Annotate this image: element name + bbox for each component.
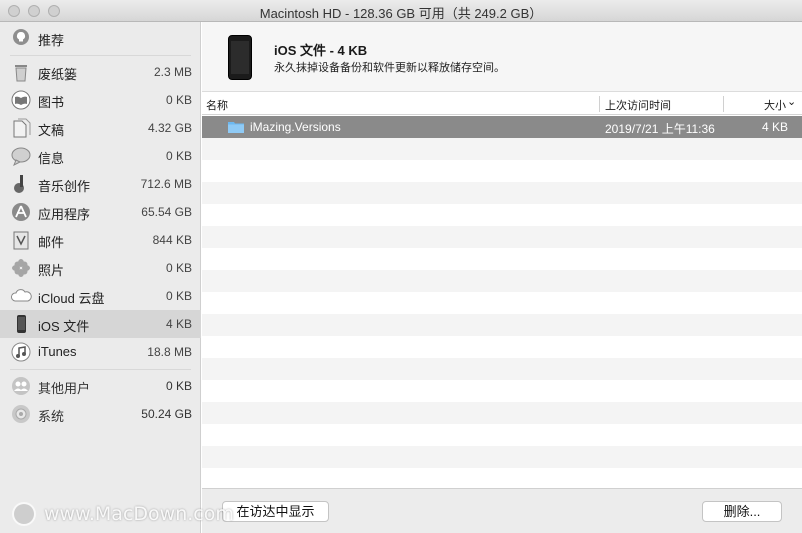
sidebar-divider (10, 55, 191, 56)
empty-row (202, 160, 802, 182)
sidebar-item-messages[interactable]: 信息 0 KB (0, 142, 201, 170)
sidebar-item-label: iCloud 云盘 (38, 291, 105, 306)
sort-chevron-down-icon[interactable]: ⌄ (787, 95, 796, 108)
sidebar-item-label: 推荐 (38, 33, 65, 48)
sidebar-item-label: 邮件 (38, 235, 65, 250)
sidebar-item-trash[interactable]: 废纸篓 2.3 MB (0, 58, 201, 86)
empty-row (202, 358, 802, 380)
sidebar-item-music-creation[interactable]: 音乐创作 712.6 MB (0, 170, 201, 198)
empty-row (202, 248, 802, 270)
lightbulb-icon (10, 28, 32, 48)
column-header-last-accessed[interactable]: 上次访问时间 (605, 97, 671, 113)
watermark-text: www.MacDown.com (44, 503, 234, 525)
empty-row (202, 402, 802, 424)
table-header: 名称 上次访问时间 大小 ⌄ (202, 93, 802, 115)
messages-icon (10, 146, 32, 167)
column-header-name[interactable]: 名称 (206, 97, 228, 113)
sidebar-item-size: 65.54 GB (141, 205, 192, 219)
file-size: 4 KB (761, 120, 788, 134)
sidebar-item-label: 文稿 (38, 123, 65, 138)
sidebar-item-label: 图书 (38, 95, 65, 110)
sidebar-item-recommendations[interactable]: 推荐 (0, 24, 201, 52)
empty-row (202, 336, 802, 358)
sidebar: 推荐 废纸篓 2.3 MB 图书 0 KB 文稿 4.32 GB 信息 0 KB (0, 22, 201, 533)
folder-icon (228, 121, 244, 133)
app-store-icon (10, 202, 32, 222)
footer-bar: 在访达中显示 删除... (202, 488, 802, 533)
music-note-icon (10, 342, 32, 362)
main-pane: iOS 文件 - 4 KB 永久抹掉设备备份和软件更新以释放储存空间。 名称 上… (202, 22, 802, 533)
window-title: Macintosh HD - 128.36 GB 可用（共 249.2 GB） (259, 6, 543, 21)
sidebar-item-label: 系统 (38, 409, 65, 424)
sidebar-item-label: 废纸篓 (38, 67, 78, 82)
sidebar-item-size: 18.8 MB (147, 345, 192, 359)
sidebar-item-size: 50.24 GB (141, 407, 192, 421)
empty-row (202, 446, 802, 468)
empty-row (202, 468, 802, 490)
empty-row (202, 424, 802, 446)
category-header: iOS 文件 - 4 KB 永久抹掉设备备份和软件更新以释放储存空间。 (202, 22, 802, 92)
empty-row (202, 314, 802, 336)
file-last-accessed: 2019/7/21 上午11:36 (605, 122, 715, 136)
empty-row (202, 270, 802, 292)
trash-icon (10, 62, 32, 82)
sidebar-item-size: 844 KB (152, 233, 192, 247)
sidebar-item-label: iOS 文件 (38, 319, 90, 334)
sidebar-divider (10, 369, 191, 370)
column-divider[interactable] (599, 96, 600, 112)
sidebar-item-label: 信息 (38, 151, 65, 166)
sidebar-item-ios-files[interactable]: iOS 文件 4 KB (0, 310, 201, 338)
empty-row (202, 292, 802, 314)
sidebar-item-size: 2.3 MB (153, 65, 192, 79)
users-icon (10, 376, 32, 396)
sidebar-item-size: 0 KB (165, 379, 192, 393)
sidebar-item-label: 应用程序 (38, 207, 91, 222)
table-row[interactable]: iMazing.Versions 2019/7/21 上午11:36 4 KB (202, 116, 802, 138)
sidebar-item-size: 0 KB (165, 289, 192, 303)
category-description: 永久抹掉设备备份和软件更新以释放储存空间。 (274, 62, 505, 74)
cloud-icon (10, 286, 32, 306)
empty-row (202, 182, 802, 204)
empty-row (202, 226, 802, 248)
title-bar: Macintosh HD - 128.36 GB 可用（共 249.2 GB） (0, 0, 802, 22)
sidebar-item-size: 0 KB (165, 149, 192, 163)
books-icon (10, 90, 32, 110)
sidebar-item-icloud-drive[interactable]: iCloud 云盘 0 KB (0, 282, 201, 310)
show-in-finder-button[interactable]: 在访达中显示 (222, 501, 329, 522)
sidebar-item-label: 其他用户 (38, 381, 91, 396)
column-divider[interactable] (723, 96, 724, 112)
mail-icon (10, 230, 32, 250)
sidebar-item-itunes[interactable]: iTunes 18.8 MB (0, 338, 201, 366)
sidebar-item-documents[interactable]: 文稿 4.32 GB (0, 114, 201, 142)
empty-row (202, 138, 802, 160)
file-list: iMazing.Versions 2019/7/21 上午11:36 4 KB (202, 116, 802, 488)
iphone-icon (228, 35, 252, 80)
gear-icon (10, 404, 32, 424)
sidebar-item-label: 音乐创作 (38, 179, 91, 194)
sidebar-item-size: 0 KB (165, 93, 192, 107)
delete-button[interactable]: 删除... (702, 501, 782, 522)
sidebar-item-size: 0 KB (165, 261, 192, 275)
sidebar-item-label: 照片 (38, 263, 65, 278)
sidebar-item-mail[interactable]: 邮件 844 KB (0, 226, 201, 254)
sidebar-item-size: 712.6 MB (140, 177, 192, 191)
sidebar-item-size: 4 KB (165, 317, 192, 331)
macdown-logo-icon (12, 502, 36, 526)
sidebar-item-system[interactable]: 系统 50.24 GB (0, 400, 201, 428)
sidebar-item-books[interactable]: 图书 0 KB (0, 86, 201, 114)
sidebar-item-size: 4.32 GB (147, 121, 192, 135)
documents-icon (10, 118, 32, 138)
photos-icon (10, 258, 32, 278)
column-header-size[interactable]: 大小 (764, 97, 786, 113)
guitar-icon (10, 174, 32, 194)
sidebar-item-photos[interactable]: 照片 0 KB (0, 254, 201, 282)
sidebar-item-other-users[interactable]: 其他用户 0 KB (0, 372, 201, 400)
iphone-icon (10, 314, 32, 334)
sidebar-item-label: iTunes (38, 344, 77, 359)
sidebar-item-applications[interactable]: 应用程序 65.54 GB (0, 198, 201, 226)
empty-row (202, 380, 802, 402)
empty-row (202, 204, 802, 226)
category-title: iOS 文件 - 4 KB (274, 43, 368, 58)
file-name: iMazing.Versions (250, 120, 341, 134)
